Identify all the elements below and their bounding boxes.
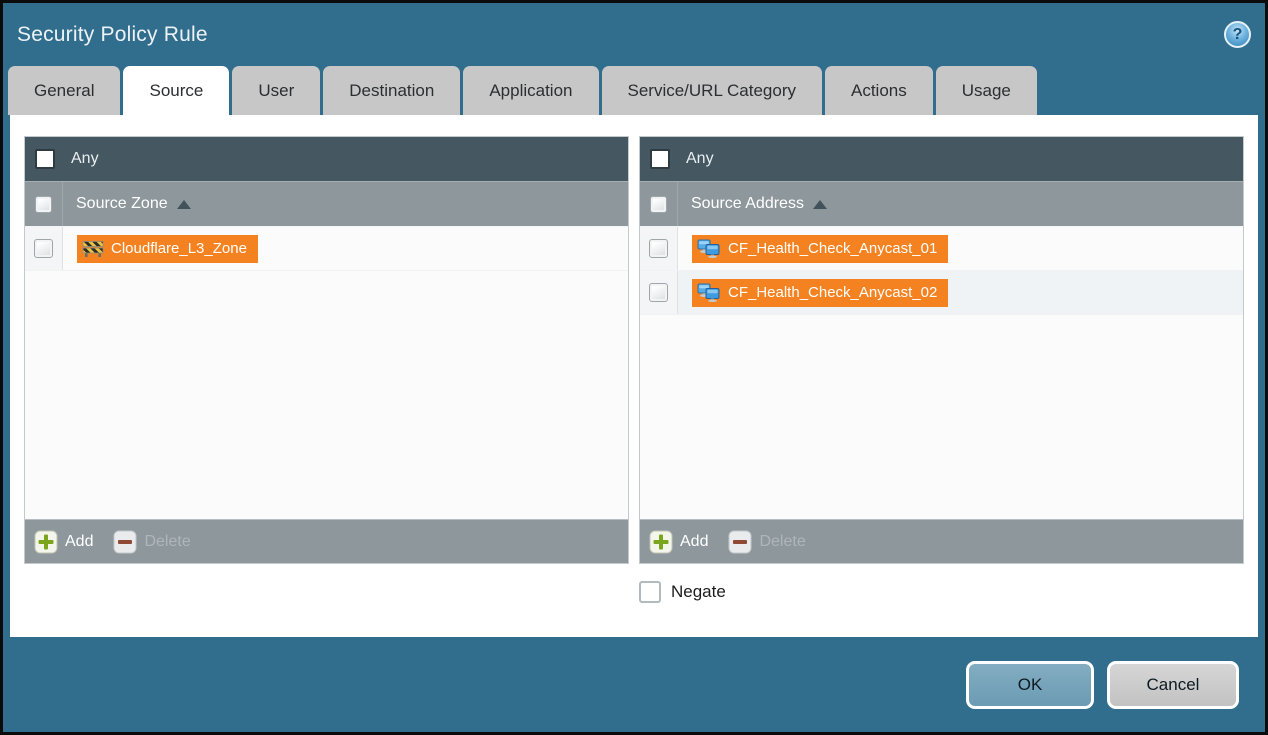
delete-address-label: Delete bbox=[759, 533, 805, 551]
source-zone-footer: Add Delete bbox=[25, 519, 628, 563]
add-address-button[interactable]: Add bbox=[649, 530, 708, 554]
negate-checkbox[interactable] bbox=[639, 581, 661, 603]
tab-service-url-category[interactable]: Service/URL Category bbox=[602, 66, 823, 115]
sort-ascending-icon bbox=[177, 200, 191, 209]
source-address-footer: Add Delete bbox=[640, 519, 1243, 563]
titlebar: Security Policy Rule ? bbox=[3, 3, 1265, 66]
ok-button[interactable]: OK bbox=[966, 661, 1094, 709]
zone-item-cloudflare-l3-zone[interactable]: Cloudflare_L3_Zone bbox=[77, 235, 258, 263]
source-tab-content: Any Source Zone bbox=[10, 115, 1258, 637]
address-host-icon bbox=[697, 239, 721, 258]
source-zone-any-row: Any bbox=[25, 137, 628, 181]
source-zone-list: Cloudflare_L3_Zone bbox=[25, 227, 628, 519]
source-address-any-checkbox[interactable] bbox=[650, 149, 670, 169]
tab-destination[interactable]: Destination bbox=[323, 66, 460, 115]
help-icon[interactable]: ? bbox=[1224, 21, 1251, 48]
add-zone-button[interactable]: Add bbox=[34, 530, 93, 554]
source-zone-select-all-checkbox[interactable] bbox=[35, 196, 52, 213]
table-row: Cloudflare_L3_Zone bbox=[25, 227, 628, 271]
source-zone-any-label: Any bbox=[71, 150, 99, 168]
source-address-panel: Any Source Address bbox=[639, 136, 1244, 564]
table-row: CF_Health_Check_Anycast_01 bbox=[640, 227, 1243, 271]
source-address-column-title: Source Address bbox=[691, 195, 804, 213]
add-plus-icon bbox=[649, 530, 673, 554]
table-row: CF_Health_Check_Anycast_02 bbox=[640, 271, 1243, 315]
dialog-footer: OK Cancel bbox=[3, 637, 1265, 732]
sort-ascending-icon bbox=[813, 200, 827, 209]
tab-source[interactable]: Source bbox=[123, 66, 229, 115]
add-address-label: Add bbox=[680, 533, 708, 551]
source-address-select-all-checkbox[interactable] bbox=[650, 196, 667, 213]
add-plus-icon bbox=[34, 530, 58, 554]
cancel-button[interactable]: Cancel bbox=[1107, 661, 1239, 709]
address-row-checkbox[interactable] bbox=[649, 283, 668, 302]
address-item-label: CF_Health_Check_Anycast_01 bbox=[728, 240, 937, 257]
source-zone-column-title: Source Zone bbox=[76, 195, 168, 213]
negate-row: Negate bbox=[639, 581, 1244, 603]
source-address-column-header[interactable]: Source Address bbox=[640, 181, 1243, 227]
address-host-icon bbox=[697, 283, 721, 302]
tab-actions[interactable]: Actions bbox=[825, 66, 933, 115]
security-policy-rule-dialog: Security Policy Rule ? General Source Us… bbox=[0, 0, 1268, 735]
delete-minus-icon bbox=[728, 530, 752, 554]
source-address-list: CF_Health_Check_Anycast_01 bbox=[640, 227, 1243, 519]
source-zone-panel: Any Source Zone bbox=[24, 136, 629, 564]
tab-user[interactable]: User bbox=[232, 66, 320, 115]
tab-bar: General Source User Destination Applicat… bbox=[3, 66, 1265, 115]
zone-row-checkbox[interactable] bbox=[34, 239, 53, 258]
delete-minus-icon bbox=[113, 530, 137, 554]
source-zone-column-header[interactable]: Source Zone bbox=[25, 181, 628, 227]
source-address-any-row: Any bbox=[640, 137, 1243, 181]
delete-zone-button[interactable]: Delete bbox=[113, 530, 190, 554]
dialog-title: Security Policy Rule bbox=[17, 23, 208, 47]
address-item-anycast-02[interactable]: CF_Health_Check_Anycast_02 bbox=[692, 279, 948, 307]
zone-barrier-icon bbox=[82, 240, 104, 257]
tab-application[interactable]: Application bbox=[463, 66, 598, 115]
negate-label: Negate bbox=[671, 582, 726, 602]
source-address-any-label: Any bbox=[686, 150, 714, 168]
address-row-checkbox[interactable] bbox=[649, 239, 668, 258]
add-zone-label: Add bbox=[65, 533, 93, 551]
delete-address-button[interactable]: Delete bbox=[728, 530, 805, 554]
zone-item-label: Cloudflare_L3_Zone bbox=[111, 240, 247, 257]
source-zone-any-checkbox[interactable] bbox=[35, 149, 55, 169]
tab-general[interactable]: General bbox=[8, 66, 120, 115]
tab-usage[interactable]: Usage bbox=[936, 66, 1037, 115]
address-item-anycast-01[interactable]: CF_Health_Check_Anycast_01 bbox=[692, 235, 948, 263]
delete-zone-label: Delete bbox=[144, 533, 190, 551]
address-item-label: CF_Health_Check_Anycast_02 bbox=[728, 284, 937, 301]
